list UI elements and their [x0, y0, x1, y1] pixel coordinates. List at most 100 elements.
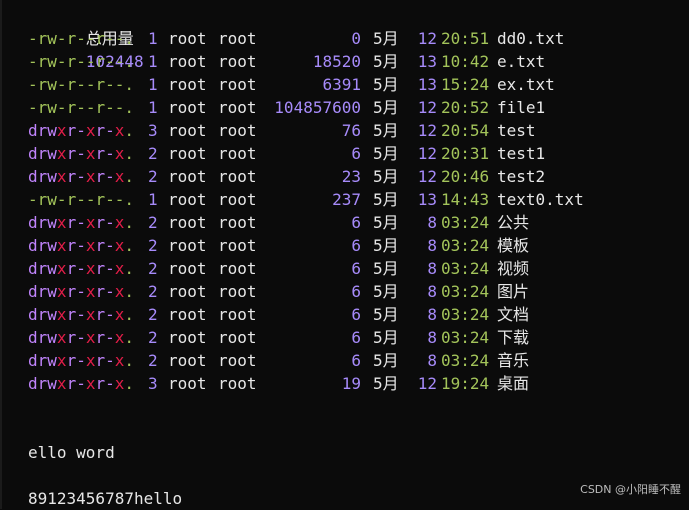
- month: 5月: [373, 75, 399, 94]
- permission-char: r: [95, 98, 106, 117]
- permission-char: r: [66, 190, 77, 209]
- owner: root: [168, 52, 207, 71]
- terminal-window[interactable]: 总用量 102448 -rw-r--r--. 1 root root 0 5月 12 20:5…: [0, 0, 689, 509]
- group: root: [218, 213, 257, 232]
- link-count: 2: [148, 351, 158, 370]
- permission-char: d: [28, 167, 38, 186]
- permission-char: r: [37, 236, 48, 255]
- permission-char: r: [66, 167, 77, 186]
- group: root: [218, 328, 257, 347]
- permission-char: -: [76, 328, 86, 347]
- permission-char: r: [95, 213, 106, 232]
- link-count: 2: [148, 167, 158, 186]
- owner: root: [168, 144, 207, 163]
- file-name: 视频: [497, 259, 530, 278]
- owner: root: [168, 29, 207, 48]
- file-entry-row: -rw-r--r--. 1 root root 18520 5月 13 10:42 e.txt: [28, 50, 689, 73]
- time: 03:24: [441, 351, 490, 370]
- permission-char: r: [66, 282, 77, 301]
- permission-char: w: [47, 167, 57, 186]
- month: 5月: [373, 190, 399, 209]
- month: 5月: [373, 29, 399, 48]
- owner: root: [168, 236, 207, 255]
- permission-char: r: [66, 374, 77, 393]
- permission-char: r: [95, 75, 106, 94]
- group: root: [218, 259, 257, 278]
- owner: root: [168, 259, 207, 278]
- permission-char: w: [47, 29, 57, 48]
- link-count: 2: [148, 282, 158, 301]
- permission-char: r: [66, 305, 77, 324]
- permission-char: r: [37, 374, 48, 393]
- permission-char: w: [47, 75, 57, 94]
- permissions: -rw-r--r--.: [28, 73, 148, 96]
- permissions: drwxr-xr-x.: [28, 142, 148, 165]
- permission-char: -: [105, 29, 115, 48]
- month: 5月: [373, 328, 399, 347]
- time: 14:43: [441, 190, 490, 209]
- time: 03:24: [441, 259, 490, 278]
- permission-char: -: [114, 190, 125, 209]
- link-count: 2: [148, 236, 158, 255]
- permission-char: r: [37, 213, 48, 232]
- permission-char: d: [28, 282, 38, 301]
- day: 12: [417, 144, 437, 163]
- file-size: 104857600: [274, 98, 361, 117]
- permission-char: x: [114, 213, 125, 232]
- output-line-1: ello word: [28, 443, 115, 462]
- permission-char: w: [47, 374, 57, 393]
- file-size: 237: [332, 190, 361, 209]
- permission-char: d: [28, 305, 38, 324]
- permission-char: -: [76, 75, 86, 94]
- permission-char: .: [124, 144, 135, 163]
- group: root: [218, 98, 257, 117]
- link-count: 2: [148, 305, 158, 324]
- permission-char: r: [95, 190, 106, 209]
- permission-char: x: [56, 282, 67, 301]
- time: 03:24: [441, 305, 490, 324]
- permissions: drwxr-xr-x.: [28, 257, 148, 280]
- group: root: [218, 374, 257, 393]
- permissions: drwxr-xr-x.: [28, 165, 148, 188]
- permission-char: -: [76, 236, 86, 255]
- permission-char: -: [56, 29, 67, 48]
- file-name: 模板: [497, 236, 530, 255]
- file-entry-row: -rw-r--r--. 1 root root 0 5月 12 20:51 dd0.txt: [28, 27, 689, 50]
- owner: root: [168, 213, 207, 232]
- group: root: [218, 52, 257, 71]
- file-name: dd0.txt: [497, 29, 565, 48]
- link-count: 1: [148, 190, 158, 209]
- permission-char: x: [114, 236, 125, 255]
- permission-char: d: [28, 351, 38, 370]
- permission-char: -: [76, 144, 86, 163]
- file-size: 6391: [322, 75, 361, 94]
- month: 5月: [373, 98, 399, 117]
- file-size: 6: [351, 351, 361, 370]
- link-count: 1: [148, 98, 158, 117]
- group: root: [218, 351, 257, 370]
- file-entry-row: -rw-r--r--. 1 root root 237 5月 13 14:43 text0.tx…: [28, 188, 689, 211]
- link-count: 3: [148, 374, 158, 393]
- permission-char: r: [95, 328, 106, 347]
- permission-char: -: [76, 282, 86, 301]
- permission-char: w: [47, 213, 57, 232]
- permission-char: r: [66, 52, 77, 71]
- month: 5月: [373, 121, 399, 140]
- permission-char: w: [47, 259, 57, 278]
- permission-char: -: [76, 52, 86, 71]
- permission-char: -: [28, 190, 38, 209]
- permission-char: x: [56, 259, 67, 278]
- permission-char: -: [105, 213, 115, 232]
- group: root: [218, 167, 257, 186]
- file-name: test2: [497, 167, 546, 186]
- permission-char: d: [28, 144, 38, 163]
- permission-char: -: [114, 52, 125, 71]
- permissions: -rw-r--r--.: [28, 27, 148, 50]
- permission-char: r: [37, 328, 48, 347]
- permission-char: x: [114, 328, 125, 347]
- permission-char: w: [47, 351, 57, 370]
- permission-char: r: [66, 236, 77, 255]
- permissions: -rw-r--r--.: [28, 96, 148, 119]
- permission-char: r: [95, 351, 106, 370]
- permission-char: -: [28, 52, 38, 71]
